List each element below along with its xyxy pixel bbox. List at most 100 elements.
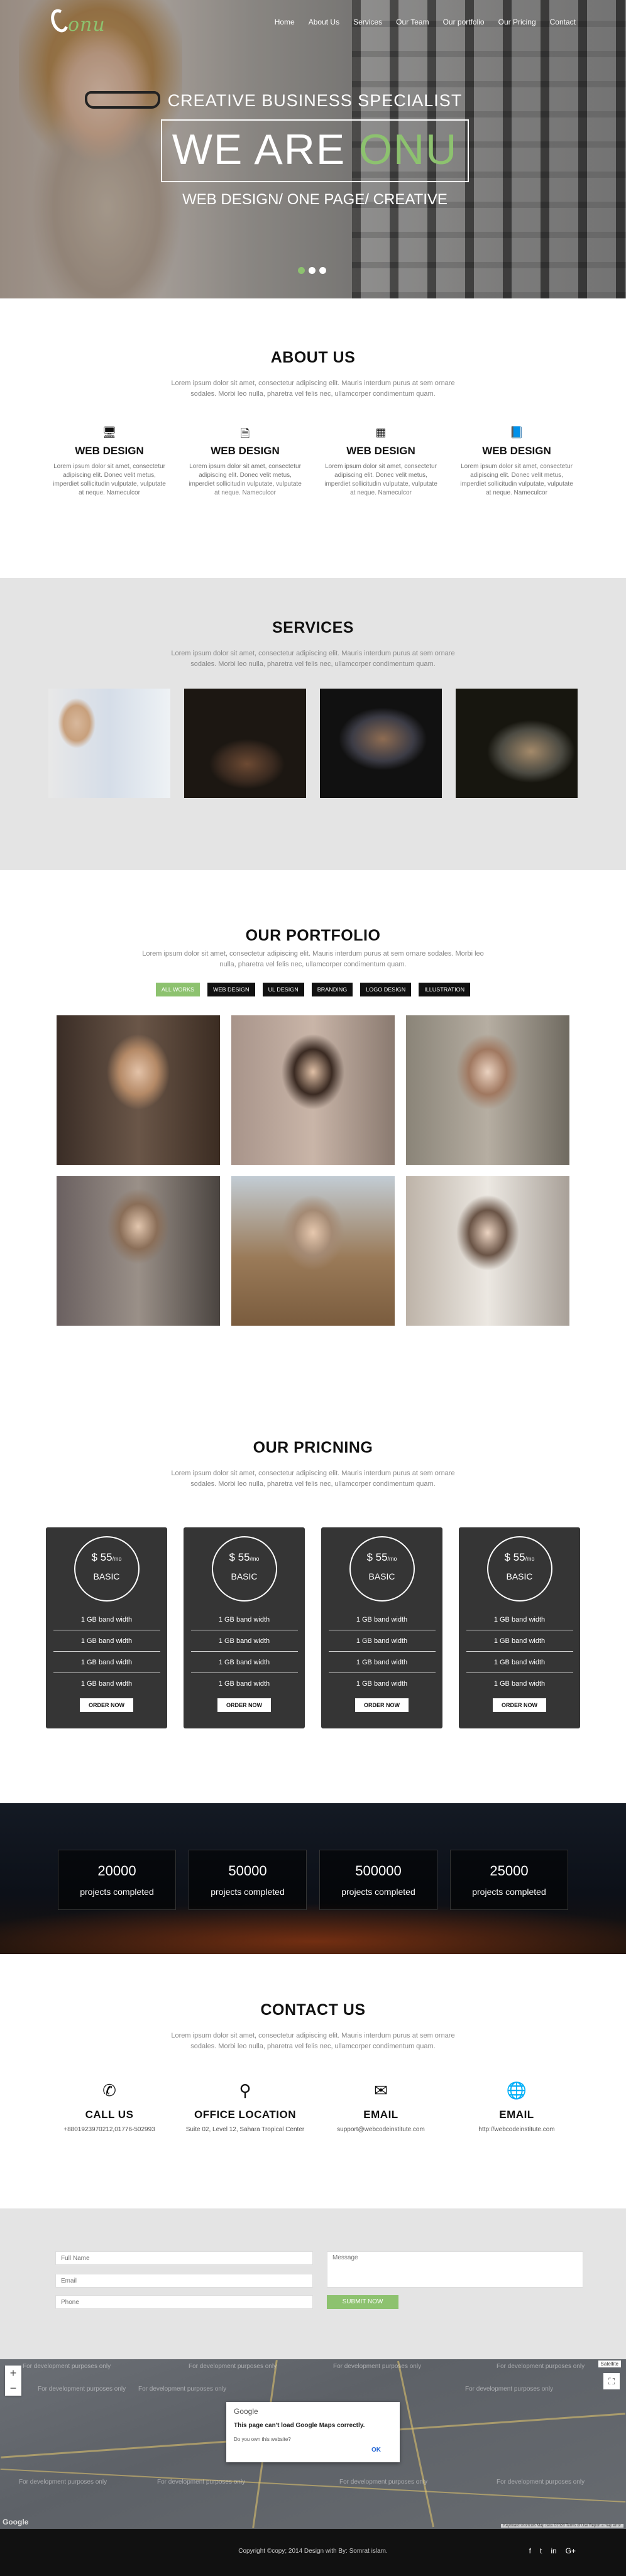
- map-type-button[interactable]: Satellite: [598, 2360, 621, 2367]
- site-footer: Copyright ©copy; 2014 Design with By: So…: [0, 2529, 626, 2576]
- contact-item: ✉ EMAIL support@webcodeinstitute.com: [313, 2081, 449, 2133]
- zoom-in-icon[interactable]: +: [5, 2366, 21, 2381]
- service-photo[interactable]: [184, 689, 306, 798]
- portfolio-item[interactable]: [231, 1176, 395, 1326]
- dialog-question[interactable]: Do you own this website?: [234, 2437, 392, 2442]
- stat-number: 25000: [490, 1863, 529, 1879]
- map-dev-watermark: For development purposes only: [339, 2479, 428, 2486]
- feature-text: Lorem ipsum dolor sit amet, consectetur …: [53, 463, 166, 496]
- price-circle: $ 55/mo BASIC: [349, 1536, 415, 1602]
- hero-text: CREATIVE BUSINESS SPECIALIST WE ARE ONU …: [161, 91, 469, 209]
- pricing-section: OUR PRICNING Lorem ipsum dolor sit amet,…: [0, 1401, 626, 1803]
- dialog-ok-button[interactable]: OK: [371, 2447, 381, 2453]
- plan-feature: 1 GB band width: [190, 1652, 298, 1673]
- zoom-out-icon[interactable]: −: [5, 2381, 21, 2396]
- slider-dot-2[interactable]: [309, 267, 316, 274]
- submit-button[interactable]: SUBMIT NOW: [327, 2295, 398, 2309]
- full-name-input[interactable]: [55, 2251, 313, 2265]
- feature-title: WEB DESIGN: [482, 445, 551, 457]
- nav-home[interactable]: Home: [275, 18, 295, 26]
- monitor-icon: 🖥: [102, 426, 117, 439]
- filter-web-design[interactable]: WEB DESIGN: [207, 983, 255, 996]
- map-dev-watermark: For development purposes only: [497, 2363, 585, 2370]
- site-logo[interactable]: onu: [48, 6, 127, 36]
- contact-item-title: EMAIL: [363, 2109, 398, 2120]
- plan-features: 1 GB band width 1 GB band width 1 GB ban…: [184, 1609, 305, 1695]
- feature-text: Lorem ipsum dolor sit amet, consectetur …: [460, 463, 573, 496]
- phone-input[interactable]: [55, 2295, 313, 2309]
- linkedin-icon[interactable]: in: [551, 2546, 556, 2555]
- fullscreen-icon[interactable]: ⛶: [603, 2373, 620, 2389]
- contact-item-text[interactable]: support@webcodeinstitute.com: [313, 2126, 449, 2133]
- plan-price: $ 55/mo: [488, 1551, 551, 1564]
- nav-portfolio[interactable]: Our portfolio: [443, 18, 485, 26]
- contact-item-text[interactable]: http://webcodeinstitute.com: [449, 2126, 585, 2133]
- stat-box: 500000 projects completed: [319, 1850, 437, 1910]
- services-section: SERVICES Lorem ipsum dolor sit amet, con…: [0, 578, 626, 870]
- slider-dot-1[interactable]: [298, 267, 305, 274]
- stat-box: 20000 projects completed: [58, 1850, 176, 1910]
- dialog-message: This page can't load Google Maps correct…: [234, 2422, 365, 2429]
- portfolio-item[interactable]: [406, 1015, 569, 1165]
- email-input[interactable]: [55, 2274, 313, 2288]
- globe-icon: 🌐: [506, 2081, 527, 2100]
- nav-contact[interactable]: Contact: [550, 18, 576, 26]
- top-navigation: onu Home About Us Services Our Team Our …: [0, 0, 626, 44]
- twitter-icon[interactable]: t: [540, 2546, 542, 2555]
- hero-subtitle: CREATIVE BUSINESS SPECIALIST: [167, 91, 463, 110]
- plan-feature: 1 GB band width: [53, 1609, 160, 1630]
- plan-features: 1 GB band width 1 GB band width 1 GB ban…: [321, 1609, 442, 1695]
- price-value: $ 55: [504, 1551, 525, 1563]
- price-circle: $ 55/mo BASIC: [211, 1536, 277, 1602]
- order-now-button[interactable]: ORDER NOW: [80, 1698, 133, 1712]
- stat-box: 25000 projects completed: [450, 1850, 568, 1910]
- stats-row: 20000 projects completed 50000 projects …: [0, 1803, 626, 1910]
- map-dev-watermark: For development purposes only: [157, 2479, 246, 2486]
- contact-item: ✆ CALL US +8801923970212,01776-502993: [41, 2081, 177, 2133]
- service-photo[interactable]: [320, 689, 442, 798]
- service-photo[interactable]: [48, 689, 170, 798]
- about-intro: Lorem ipsum dolor sit amet, consectetur …: [171, 379, 455, 398]
- order-now-button[interactable]: ORDER NOW: [217, 1698, 271, 1712]
- portfolio-grid: [0, 1015, 626, 1326]
- nav-services[interactable]: Services: [353, 18, 382, 26]
- hero-headline-accent: ONU: [359, 126, 458, 173]
- order-now-button[interactable]: ORDER NOW: [355, 1698, 409, 1712]
- filter-branding[interactable]: BRANDING: [311, 983, 353, 996]
- google-plus-icon[interactable]: G+: [566, 2546, 576, 2555]
- pricing-card: $ 55/mo BASIC 1 GB band width 1 GB band …: [184, 1527, 305, 1728]
- nav-pricing[interactable]: Our Pricing: [498, 18, 536, 26]
- contact-form: SUBMIT NOW: [0, 2208, 626, 2359]
- nav-about[interactable]: About Us: [309, 18, 339, 26]
- price-value: $ 55: [91, 1551, 113, 1563]
- feature-title: WEB DESIGN: [75, 445, 144, 457]
- portfolio-item[interactable]: [406, 1176, 569, 1326]
- feature-item: 🖥 WEB DESIGN Lorem ipsum dolor sit amet,…: [41, 426, 177, 498]
- phone-icon: ✆: [102, 2081, 116, 2100]
- social-links: f t in G+: [529, 2546, 576, 2555]
- slider-dot-3[interactable]: [319, 267, 326, 274]
- envelope-icon: ✉: [374, 2081, 388, 2100]
- facebook-icon[interactable]: f: [529, 2546, 531, 2555]
- service-photo[interactable]: [456, 689, 578, 798]
- map-dev-watermark: For development purposes only: [19, 2479, 107, 2486]
- stat-label: projects completed: [341, 1887, 415, 1897]
- plan-feature: 1 GB band width: [466, 1609, 573, 1630]
- filter-logo-design[interactable]: LOGO DESIGN: [360, 983, 412, 996]
- filter-illustration[interactable]: ILLUSTRATION: [419, 983, 471, 996]
- filter-all-works[interactable]: ALL WORKS: [155, 983, 200, 996]
- plan-feature: 1 GB band width: [493, 1680, 546, 1688]
- map-footer-links[interactable]: Keyboard shortcuts Map data ©2020 Terms …: [500, 2524, 623, 2528]
- portfolio-item[interactable]: [231, 1015, 395, 1165]
- plan-name: BASIC: [368, 1571, 395, 1581]
- message-input[interactable]: [327, 2251, 583, 2288]
- filter-ul-design[interactable]: UL DESIGN: [262, 983, 304, 996]
- order-now-button[interactable]: ORDER NOW: [493, 1698, 546, 1712]
- about-features: 🖥 WEB DESIGN Lorem ipsum dolor sit amet,…: [0, 426, 626, 498]
- pricing-card: $ 55/mo BASIC 1 GB band width 1 GB band …: [459, 1527, 580, 1728]
- portfolio-item[interactable]: [57, 1015, 220, 1165]
- plan-name: BASIC: [93, 1571, 120, 1581]
- nav-team[interactable]: Our Team: [396, 18, 429, 26]
- portfolio-item[interactable]: [57, 1176, 220, 1326]
- map-section[interactable]: For development purposes only For develo…: [0, 2359, 626, 2529]
